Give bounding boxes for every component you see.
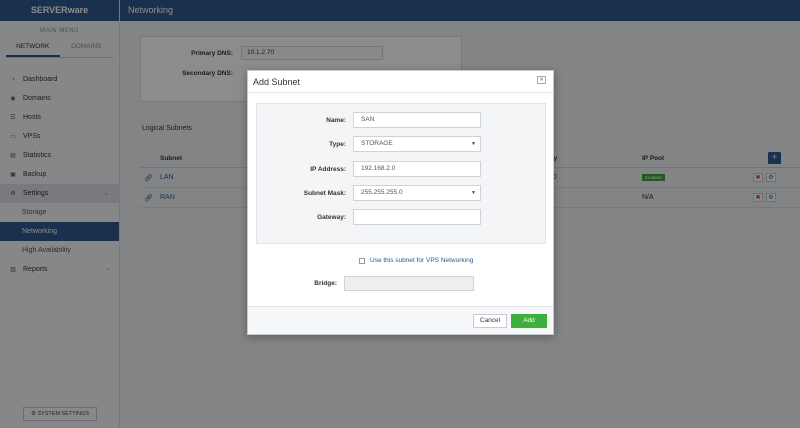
subnet-form: Name: SAN Type: STORAGE ▼ IP Address: 19… — [256, 103, 546, 244]
gateway-label: Gateway: — [317, 213, 346, 221]
ip-address-label: IP Address: — [310, 165, 346, 173]
type-row: Type: STORAGE ▼ — [257, 136, 481, 152]
add-button[interactable]: Add — [511, 314, 547, 328]
vps-networking-label[interactable]: Use this subnet for VPS Networking — [370, 257, 473, 264]
add-subnet-modal: Add Subnet ✕ Name: SAN Type: STORAGE ▼ I… — [247, 70, 554, 335]
type-select[interactable]: STORAGE ▼ — [353, 136, 481, 152]
bridge-row: Bridge: — [248, 276, 474, 291]
bridge-label: Bridge: — [314, 280, 337, 287]
modal-title: Add Subnet — [253, 76, 301, 87]
subnet-mask-value: 255.255.255.0 — [361, 189, 403, 196]
vps-networking-checkbox[interactable] — [359, 257, 365, 264]
subnet-mask-label: Subnet Mask: — [303, 189, 346, 197]
type-label: Type: — [329, 140, 346, 148]
vps-networking-checkbox-row[interactable]: Use this subnet for VPS Networking — [359, 257, 473, 264]
gateway-input[interactable] — [353, 209, 481, 225]
subnet-mask-select[interactable]: 255.255.255.0 ▼ — [353, 185, 481, 201]
caret-down-icon: ▼ — [471, 141, 476, 147]
gateway-row: Gateway: — [257, 209, 481, 225]
name-label: Name: — [326, 116, 346, 124]
ip-address-input[interactable]: 192.168.2.0 — [353, 161, 481, 177]
modal-header: Add Subnet ✕ — [248, 71, 553, 93]
modal-footer: Cancel Add — [248, 306, 553, 334]
cancel-button[interactable]: Cancel — [473, 314, 507, 328]
mask-row: Subnet Mask: 255.255.255.0 ▼ — [257, 185, 481, 201]
bridge-input[interactable] — [344, 276, 474, 291]
caret-down-icon: ▼ — [471, 190, 476, 196]
close-icon[interactable]: ✕ — [537, 76, 546, 84]
name-row: Name: SAN — [257, 112, 481, 128]
type-select-value: STORAGE — [361, 140, 393, 147]
ip-row: IP Address: 192.168.2.0 — [257, 161, 481, 177]
name-input[interactable]: SAN — [353, 112, 481, 128]
